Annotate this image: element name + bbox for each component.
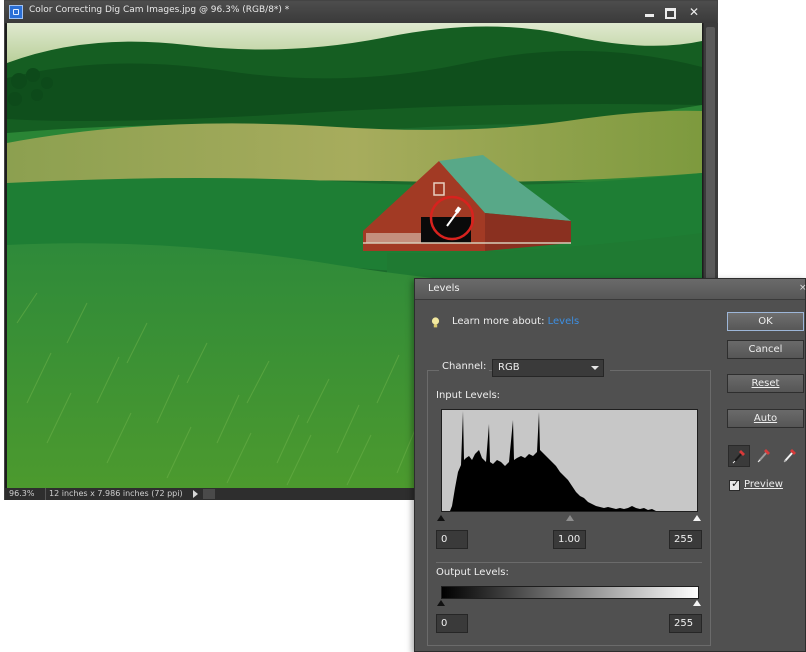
minimize-button[interactable]	[641, 3, 659, 21]
chevron-down-icon	[591, 366, 599, 370]
input-gamma-slider[interactable]	[566, 515, 574, 521]
document-titlebar[interactable]: Color Correcting Dig Cam Images.jpg @ 96…	[5, 1, 717, 24]
preview-checkbox[interactable]: ✓	[729, 477, 741, 491]
input-black-field[interactable]: 0	[436, 530, 468, 549]
input-white-field[interactable]: 255	[669, 530, 702, 549]
levels-dialog: Levels × Learn more about: Levels Channe…	[414, 278, 806, 652]
output-gradient-bar	[441, 586, 699, 599]
status-menu-arrow-icon[interactable]	[193, 490, 198, 498]
histogram	[441, 409, 698, 512]
output-white-slider[interactable]	[693, 600, 701, 606]
input-levels-label: Input Levels:	[436, 390, 501, 401]
horizontal-scroll-stub[interactable]	[203, 489, 215, 499]
levels-close-icon[interactable]: ×	[799, 283, 806, 293]
maximize-button[interactable]	[661, 3, 679, 21]
channel-select-value: RGB	[498, 362, 520, 373]
output-levels-label: Output Levels:	[436, 567, 509, 578]
channel-label: Channel:	[439, 361, 490, 372]
reset-button[interactable]: Reset	[727, 374, 804, 393]
output-black-field[interactable]: 0	[436, 614, 468, 633]
input-black-slider[interactable]	[437, 515, 445, 521]
input-white-slider[interactable]	[693, 515, 701, 521]
learn-more-link[interactable]: Levels	[548, 316, 580, 327]
ok-button[interactable]: OK	[727, 312, 804, 331]
levels-title: Levels	[428, 283, 460, 294]
output-white-field[interactable]: 255	[669, 614, 702, 633]
black-eyedropper-icon[interactable]	[728, 445, 750, 467]
output-black-slider[interactable]	[437, 600, 445, 606]
document-dimensions: 12 inches x 7.986 inches (72 ppi)	[45, 488, 183, 500]
learn-more-text: Learn more about: Levels	[452, 316, 580, 327]
document-title: Color Correcting Dig Cam Images.jpg @ 96…	[29, 5, 290, 15]
app-icon	[9, 5, 23, 19]
lightbulb-icon	[431, 317, 440, 328]
input-gamma-field[interactable]: 1.00	[553, 530, 586, 549]
gray-eyedropper-icon[interactable]	[754, 445, 776, 467]
auto-button[interactable]: Auto	[727, 409, 804, 428]
preview-label[interactable]: Preview	[744, 479, 783, 490]
checkmark-icon: ✓	[731, 477, 741, 490]
white-eyedropper-icon[interactable]	[780, 445, 802, 467]
zoom-readout[interactable]: 96.3%	[9, 488, 34, 500]
close-button[interactable]: ✕	[685, 3, 703, 21]
cancel-button[interactable]: Cancel	[727, 340, 804, 359]
levels-titlebar[interactable]: Levels ×	[415, 279, 806, 300]
channel-select[interactable]: RGB	[492, 359, 604, 377]
divider	[436, 562, 702, 563]
